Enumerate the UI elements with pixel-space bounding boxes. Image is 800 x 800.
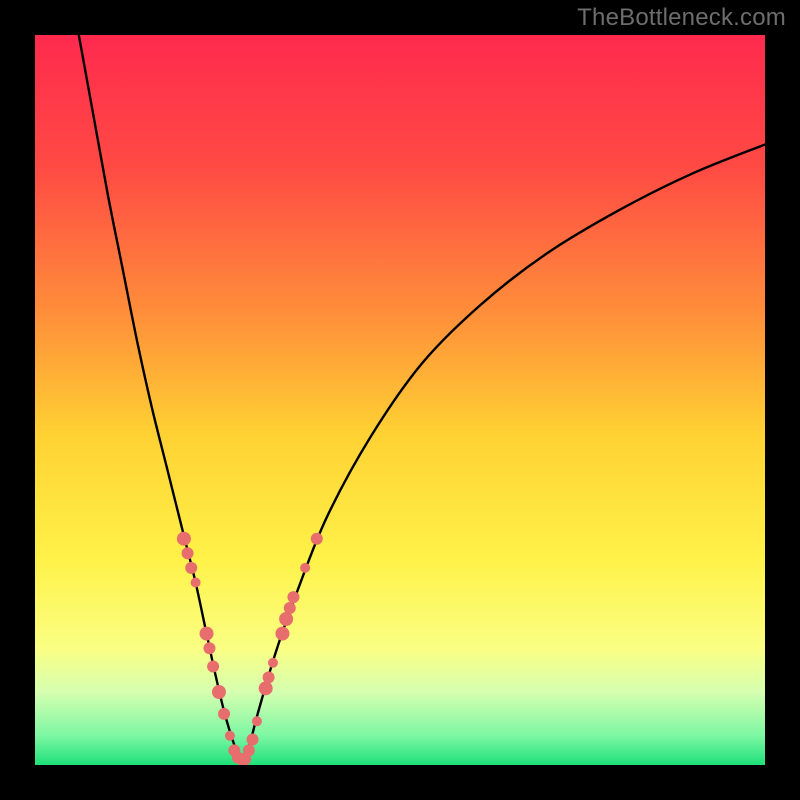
plot-area [35,35,765,765]
data-point [252,716,262,726]
curve-layer [35,35,765,765]
data-point [212,685,226,699]
data-point [263,671,275,683]
data-point [207,660,219,672]
data-point [191,578,201,588]
data-point [177,532,191,546]
data-point [182,547,194,559]
watermark-text: TheBottleneck.com [577,4,786,32]
data-point [218,708,230,720]
data-point [268,658,278,668]
data-point [287,591,299,603]
data-point [259,681,273,695]
data-point [225,731,235,741]
data-point [203,642,215,654]
data-point [247,733,259,745]
data-point [279,612,293,626]
data-point [311,533,323,545]
data-point [284,602,296,614]
data-point [200,627,214,641]
data-point [243,744,255,756]
curve-right [242,145,765,760]
chart-frame: TheBottleneck.com [0,0,800,800]
data-point [300,563,310,573]
data-point [275,627,289,641]
scatter-dots [177,532,323,765]
curve-left [79,35,242,759]
data-point [185,562,197,574]
